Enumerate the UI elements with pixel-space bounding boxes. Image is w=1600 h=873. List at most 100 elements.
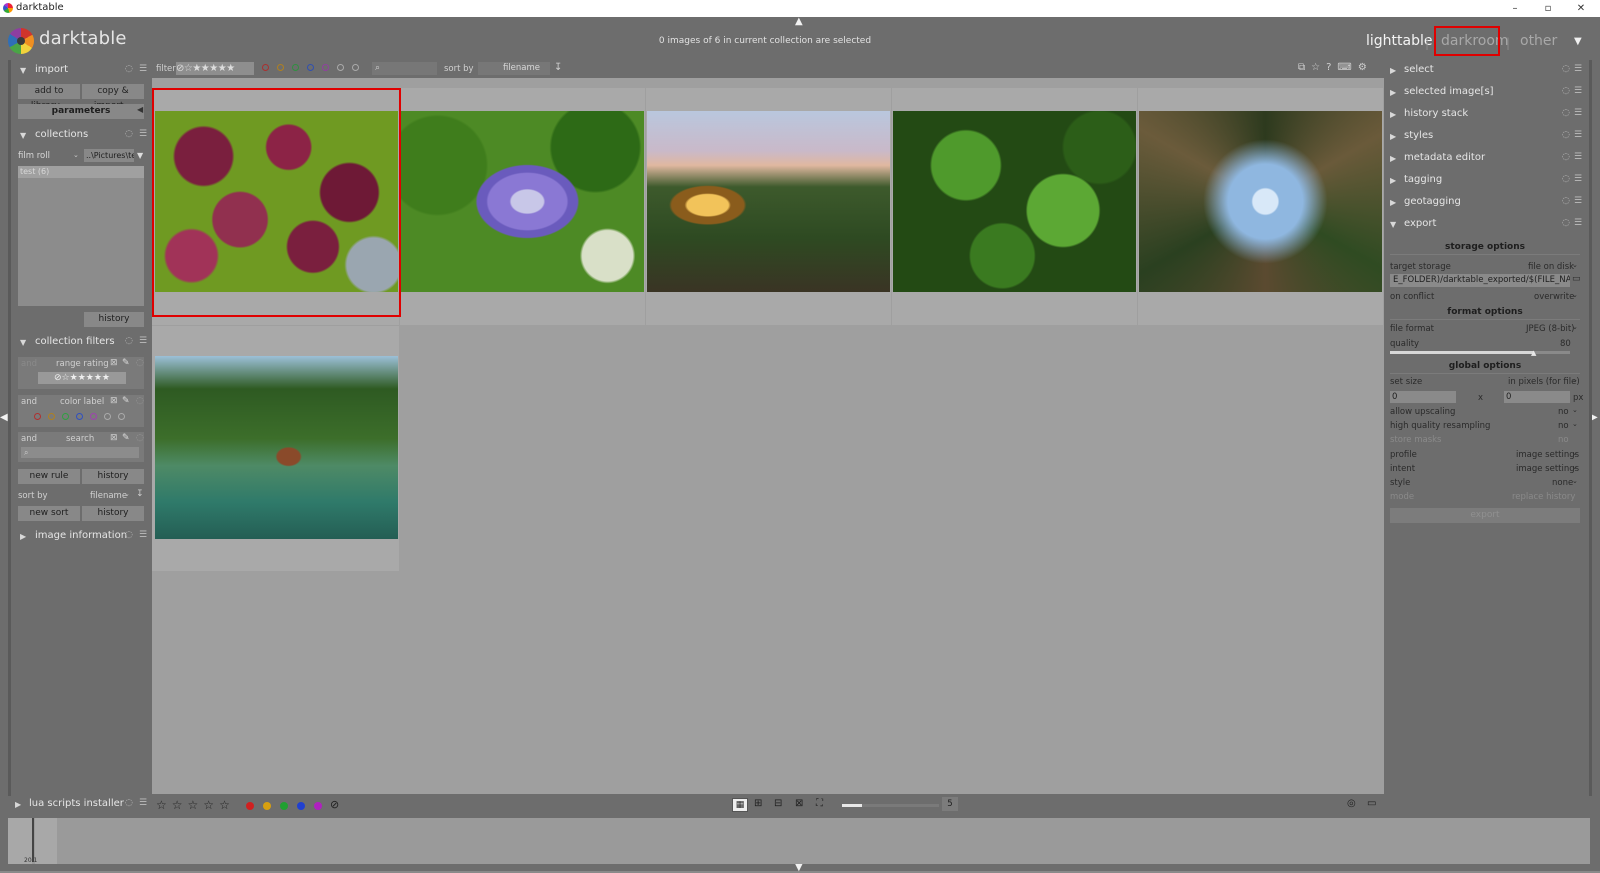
close-button[interactable]: ✕ <box>1566 1 1596 16</box>
collection-path-input[interactable]: ..\Pictures\test <box>84 149 134 162</box>
presets-icon[interactable]: ☰ <box>1574 130 1582 140</box>
minimize-button[interactable]: – <box>1500 1 1530 16</box>
pin-icon[interactable]: ✎ <box>122 433 130 443</box>
filters-history-button[interactable]: history <box>82 469 144 484</box>
preview-layout-icon[interactable]: ⛶ <box>816 798 823 809</box>
star-icon[interactable]: ☆ <box>219 798 230 812</box>
module-header[interactable]: ▶ history stack ◌ ☰ <box>1390 108 1582 124</box>
presets-icon[interactable]: ☰ <box>1574 152 1582 162</box>
presets-icon[interactable]: ☰ <box>139 798 147 808</box>
file-format-select[interactable]: JPEG (8-bit) <box>1526 324 1575 334</box>
module-header[interactable]: ▶ tagging ◌ ☰ <box>1390 174 1582 190</box>
rule-remove-icon[interactable]: ◌ <box>136 433 144 443</box>
presets-icon[interactable]: ☰ <box>1574 108 1582 118</box>
presets-icon[interactable]: ☰ <box>139 64 147 74</box>
photo-forest-canopy[interactable] <box>1139 111 1382 292</box>
any-label-icon[interactable] <box>104 413 111 420</box>
rule-operator[interactable]: and <box>21 359 37 369</box>
allow-upscaling-select[interactable]: no <box>1558 407 1569 417</box>
red-label-dot-icon[interactable] <box>246 802 254 810</box>
photo-green-foliage[interactable] <box>893 111 1136 292</box>
timeline-block[interactable] <box>35 818 57 864</box>
folder-icon[interactable]: ▭ <box>1572 274 1581 284</box>
collection-filters-module-title[interactable]: collection filters <box>35 336 115 347</box>
sort-history-button[interactable]: history <box>82 506 144 521</box>
view-other[interactable]: other <box>1520 33 1557 49</box>
blue-label-dot-icon[interactable] <box>297 802 305 810</box>
reset-icon[interactable]: ◌ <box>1562 86 1570 96</box>
pin-icon[interactable]: ✎ <box>122 358 130 368</box>
presets-icon[interactable]: ☰ <box>1574 174 1582 184</box>
list-item[interactable]: test (6) <box>18 166 144 178</box>
right-panel-scrollbar[interactable] <box>1589 60 1592 796</box>
photo-hydrangea[interactable] <box>401 111 644 292</box>
reset-icon[interactable]: ◌ <box>125 336 133 346</box>
import-module-title[interactable]: import <box>35 64 68 75</box>
sort-order-icon[interactable]: ↧ <box>554 62 562 73</box>
rating-filter[interactable]: ⊘☆★★★★★ <box>176 62 254 75</box>
rule-remove-icon[interactable]: ◌ <box>136 396 144 406</box>
module-header[interactable]: ▶ geotagging ◌ ☰ <box>1390 196 1582 212</box>
sort-order-icon[interactable]: ↧ <box>136 489 144 499</box>
new-rule-button[interactable]: new rule <box>18 469 80 484</box>
target-storage-select[interactable]: file on disk <box>1528 262 1574 272</box>
collection-combo-arrow-icon[interactable]: ▼ <box>137 151 143 160</box>
photo-lantern-sunset[interactable] <box>647 111 890 292</box>
view-lighttable[interactable]: lighttable <box>1366 33 1433 49</box>
purple-label-icon[interactable] <box>90 413 97 420</box>
reset-icon[interactable]: ◌ <box>125 64 133 74</box>
reset-icon[interactable]: ◌ <box>125 798 133 808</box>
lua-scripts-installer-title[interactable]: lua scripts installer <box>29 798 124 809</box>
new-sort-button[interactable]: new sort <box>18 506 80 521</box>
blue-label-icon[interactable] <box>76 413 83 420</box>
presets-icon[interactable]: ☰ <box>1574 64 1582 74</box>
focus-peaking-icon[interactable]: ◎ <box>1347 798 1356 809</box>
photo-garden-pond-bridge[interactable] <box>155 356 398 539</box>
left-panel-scrollbar[interactable] <box>8 60 11 796</box>
module-header[interactable]: ▶ selected image[s] ◌ ☰ <box>1390 86 1582 102</box>
module-header[interactable]: ▶ metadata editor ◌ ☰ <box>1390 152 1582 168</box>
culling-layout-icon[interactable]: ⊟ <box>774 798 782 809</box>
culling-dynamic-icon[interactable]: ⊠ <box>795 798 803 809</box>
profile-select[interactable]: image settings <box>1516 450 1579 460</box>
rule-remove-icon[interactable]: ◌ <box>136 358 144 368</box>
red-label-icon[interactable] <box>34 413 41 420</box>
filemanager-layout-icon[interactable]: ▦ <box>732 798 748 812</box>
export-button[interactable]: export <box>1390 508 1580 523</box>
quality-slider-handle[interactable]: ▲ <box>1531 349 1536 357</box>
search-field[interactable]: ⌕ <box>21 447 139 458</box>
green-label-icon[interactable] <box>62 413 69 420</box>
add-to-library-button[interactable]: add to library... <box>18 84 80 111</box>
search-input[interactable]: ⌕ <box>372 62 437 75</box>
sort-by-select[interactable]: filename <box>478 62 550 75</box>
sort-by-select[interactable]: filename <box>90 491 127 501</box>
zoomable-layout-icon[interactable]: ⊞ <box>754 798 762 809</box>
collapse-left-arrow-icon[interactable]: ◀ <box>0 412 8 423</box>
purple-label-dot-icon[interactable] <box>314 802 322 810</box>
rule-operator[interactable]: and <box>21 397 37 407</box>
set-size-select[interactable]: in pixels (for file) <box>1508 377 1580 387</box>
image-information-module-title[interactable]: image information <box>35 530 127 541</box>
style-select[interactable]: none <box>1552 478 1573 488</box>
presets-icon[interactable]: ☰ <box>1574 196 1582 206</box>
star-icon[interactable]: ☆ <box>156 798 167 812</box>
mode-select[interactable]: replace history <box>1512 492 1575 502</box>
intent-select[interactable]: image settings <box>1516 464 1579 474</box>
yellow-label-icon[interactable] <box>48 413 55 420</box>
star-icon[interactable]: ☆ <box>172 798 183 812</box>
collapse-top-arrow-icon[interactable]: ▲ <box>795 16 803 27</box>
presets-icon[interactable]: ☰ <box>139 129 147 139</box>
help-icon[interactable]: ? <box>1326 62 1337 73</box>
shortcuts-icon[interactable]: ⌨ <box>1337 62 1357 73</box>
rule-operator[interactable]: and <box>21 434 37 444</box>
grouping-icon[interactable]: ⧉ <box>1298 62 1311 73</box>
copy-import-button[interactable]: copy & import... <box>82 84 144 111</box>
module-header[interactable]: ▶ styles ◌ ☰ <box>1390 130 1582 146</box>
reset-icon[interactable]: ◌ <box>125 129 133 139</box>
green-label-dot-icon[interactable] <box>280 802 288 810</box>
star-icon[interactable]: ☆ <box>188 798 199 812</box>
collections-module-title[interactable]: collections <box>35 129 88 140</box>
reset-icon[interactable]: ◌ <box>1562 130 1570 140</box>
presets-icon[interactable]: ☰ <box>1574 218 1582 228</box>
store-masks-select[interactable]: no <box>1558 435 1569 445</box>
